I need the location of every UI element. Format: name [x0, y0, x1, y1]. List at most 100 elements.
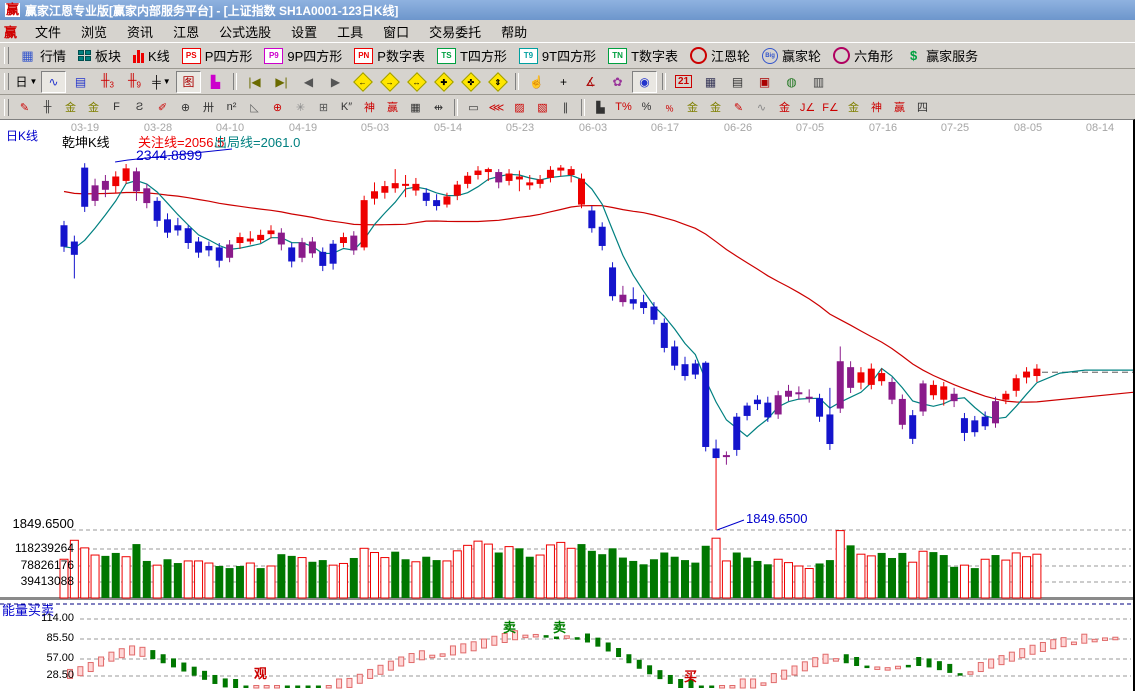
web-tool-button[interactable]: ⊞ [312, 97, 335, 117]
menu-1[interactable]: 浏览 [71, 23, 117, 42]
red-grid-button[interactable]: ▨ [508, 97, 531, 117]
menu-9[interactable]: 帮助 [491, 23, 537, 42]
menu-3[interactable]: 江恩 [163, 23, 209, 42]
wave-tool-button[interactable]: ∿ [750, 97, 773, 117]
red-grid-icon: ▨ [514, 101, 524, 114]
angle-tool-button[interactable]: ∡ [578, 71, 603, 93]
crosshair-tool-button[interactable]: + [551, 71, 576, 93]
wave-tool-icon: ∿ [757, 101, 766, 114]
k-note-button[interactable]: K″ [335, 97, 358, 117]
zoom-right-button[interactable]: → [377, 71, 402, 93]
period-day-button[interactable]: 日▼ [14, 71, 39, 93]
toolbar-button-p-square[interactable]: PSP四方形 [176, 45, 259, 66]
zoom-vertical-button[interactable]: ⇕ [485, 71, 510, 93]
menu-5[interactable]: 设置 [281, 23, 327, 42]
f-angle-button[interactable]: F∠ [819, 97, 842, 117]
gold-grid-1-button[interactable]: 金 [59, 97, 82, 117]
save-disk-button[interactable]: ▣ [752, 71, 777, 93]
candle-3-button[interactable]: ╫3 [95, 71, 120, 93]
menu-6[interactable]: 工具 [327, 23, 373, 42]
f-grid-button[interactable]: F [105, 97, 128, 117]
menu-2[interactable]: 资讯 [117, 23, 163, 42]
toolbar-button-t-number[interactable]: TNT数字表 [602, 45, 684, 66]
angle-a-button[interactable]: ◺ [243, 97, 266, 117]
calendar-21-button[interactable]: 21 [671, 71, 696, 93]
printer-button[interactable]: ▥ [806, 71, 831, 93]
shen-tool-button[interactable]: 神 [358, 97, 381, 117]
angle-a-icon: ◺ [250, 101, 258, 114]
title-bar[interactable]: 赢 赢家江恩专业版[赢家内部服务平台] - [上证指数 SH1A0001-123… [0, 0, 1135, 20]
toolbar-button-quotes[interactable]: ▦行情 [13, 45, 72, 66]
toolbar-button-t-square[interactable]: TST四方形 [431, 45, 513, 66]
parallel-lines-button[interactable]: ∥ [554, 97, 577, 117]
star-tool-button[interactable]: ✳ [289, 97, 312, 117]
gann-grid-button[interactable]: ╫ [36, 97, 59, 117]
hand-tool-button[interactable]: ☝ [524, 71, 549, 93]
box-tool-button[interactable]: ▭ [462, 97, 485, 117]
flower-tool-button[interactable]: ✿ [605, 71, 630, 93]
zoom-all-button[interactable]: ✜ [458, 71, 483, 93]
gold-grid-2-button[interactable]: 金 [82, 97, 105, 117]
toolbar-button-9p-square[interactable]: P99P四方形 [258, 45, 348, 66]
grid-123-button[interactable]: ▦ [404, 97, 427, 117]
j-angle-button[interactable]: J∠ [796, 97, 819, 117]
candle-style-button[interactable]: ╪▼ [149, 71, 174, 93]
red-pattern-button[interactable]: ▧ [531, 97, 554, 117]
gold-red-button[interactable]: 金 [773, 97, 796, 117]
toolbar-button-winner-service[interactable]: $赢家服务 [899, 45, 984, 66]
menu-7[interactable]: 窗口 [373, 23, 419, 42]
go-first-button[interactable]: |◀ [242, 71, 267, 93]
qiankun-toggle-button[interactable]: 图 [176, 71, 201, 93]
zoom-horizontal-button[interactable]: ↔ [404, 71, 429, 93]
brain-tool-button[interactable]: ◉ [632, 71, 657, 93]
target-tool-button[interactable]: ⊕ [266, 97, 289, 117]
volume-profile-button[interactable]: ▙ [589, 97, 612, 117]
shen-angle-button[interactable]: 神 [865, 97, 888, 117]
go-prev-button[interactable]: ◀ [296, 71, 321, 93]
gold-circle-button[interactable]: 金 [681, 97, 704, 117]
candle-brush-button[interactable]: ✎ [727, 97, 750, 117]
notebook-button[interactable]: ▤ [725, 71, 750, 93]
menu-0[interactable]: 文件 [25, 23, 71, 42]
si-angle-icon: 四 [917, 99, 928, 115]
color-chart-button[interactable]: ▙ [203, 71, 228, 93]
si-angle-button[interactable]: 四 [911, 97, 934, 117]
hand-tool-icon: ☝ [529, 75, 544, 89]
menu-8[interactable]: 交易委托 [419, 23, 491, 42]
date-tick-07-05: 07-05 [774, 122, 846, 134]
gold-lines-button[interactable]: 金 [704, 97, 727, 117]
percent-lines-button[interactable]: ﹪ [658, 97, 681, 117]
t-percent-icon: T% [615, 101, 632, 113]
chart-canvas[interactable] [0, 120, 1133, 691]
percent-button[interactable]: % [635, 97, 658, 117]
toolbar-button-9t-square[interactable]: T99T四方形 [513, 45, 602, 66]
t-percent-button[interactable]: T% [612, 97, 635, 117]
pen-tool-button[interactable]: ✎ [13, 97, 36, 117]
fan-lines-button[interactable]: ⋘ [485, 97, 508, 117]
toolbar-button-kline[interactable]: K线 [127, 45, 176, 66]
trend-wave-button[interactable]: ∿ [41, 71, 66, 93]
zoom-left-button[interactable]: ← [350, 71, 375, 93]
span-arrow-button[interactable]: ⇹ [427, 97, 450, 117]
ying-tool-button[interactable]: 赢 [381, 97, 404, 117]
grid-small-button[interactable]: 卅 [197, 97, 220, 117]
brush-tool-button[interactable]: ✐ [151, 97, 174, 117]
circle-3-button[interactable]: ⊕ [174, 97, 197, 117]
toolbar-button-sectors[interactable]: 板块 [72, 45, 127, 66]
toolbar-button-p-number[interactable]: PNP数字表 [348, 45, 431, 66]
zoom-in-button[interactable]: ✚ [431, 71, 456, 93]
calculator-button[interactable]: ▦ [698, 71, 723, 93]
globe-save-button[interactable]: ◍ [779, 71, 804, 93]
gold-angle-button[interactable]: 金 [842, 97, 865, 117]
toolbar-button-gann-wheel[interactable]: 江恩轮 [684, 45, 756, 66]
go-next-button[interactable]: ▶ [323, 71, 348, 93]
toolbar-button-winner-wheel[interactable]: Big赢家轮 [756, 45, 827, 66]
candle-9-button[interactable]: ╫9 [122, 71, 147, 93]
s-grid-button[interactable]: Ƨ [128, 97, 151, 117]
menu-4[interactable]: 公式选股 [209, 23, 281, 42]
ying-angle-button[interactable]: 赢 [888, 97, 911, 117]
n-square-button[interactable]: n² [220, 97, 243, 117]
toolbar-button-hexagon[interactable]: 六角形 [827, 45, 899, 66]
info-panel-button[interactable]: ▤ [68, 71, 93, 93]
go-last-button[interactable]: ▶| [269, 71, 294, 93]
